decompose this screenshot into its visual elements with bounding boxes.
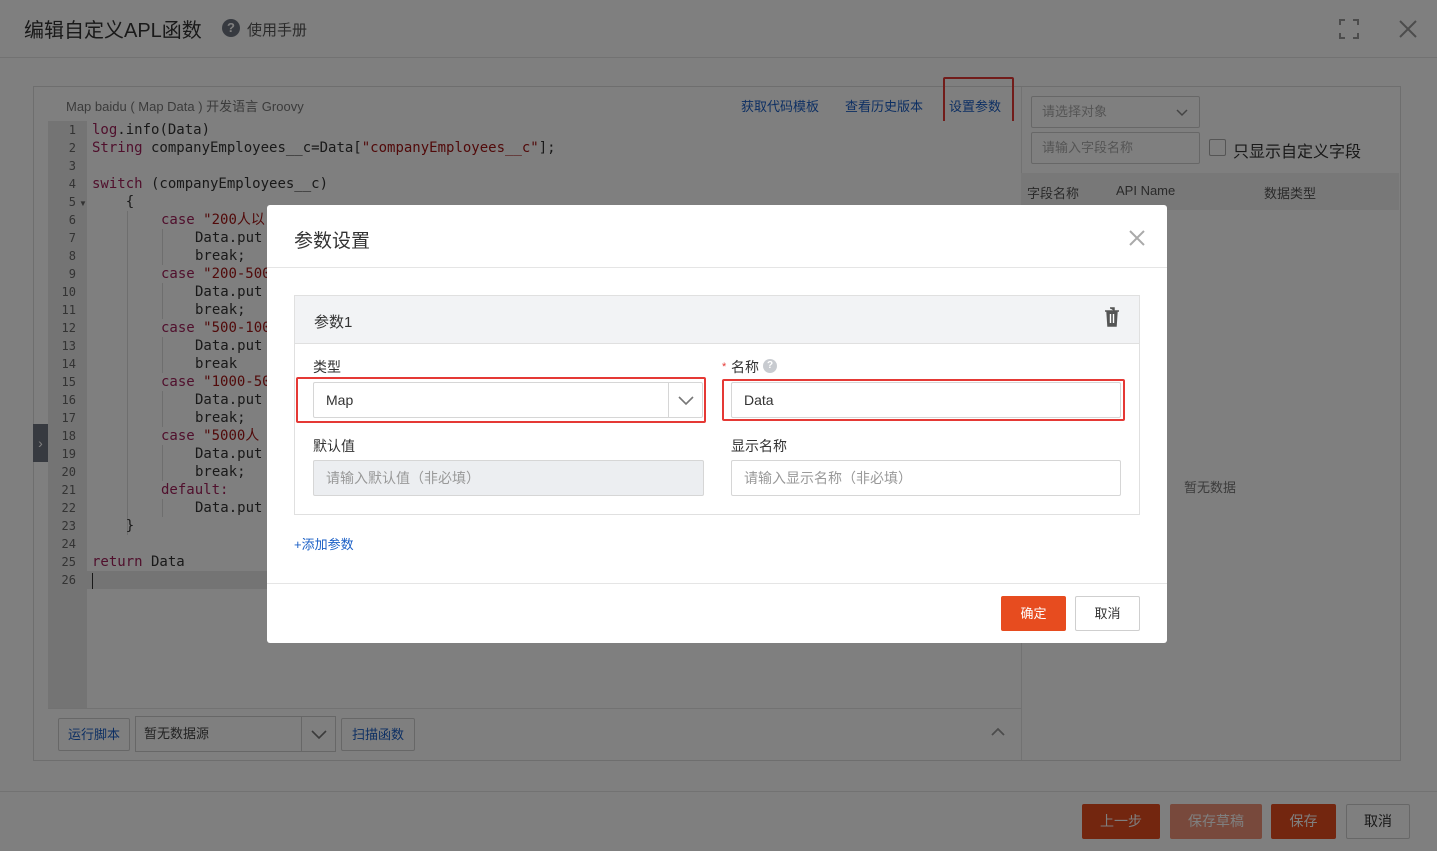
close-icon[interactable] [1127, 228, 1147, 248]
default-value-placeholder: 请输入默认值（非必填） [326, 470, 480, 486]
divider [267, 583, 1167, 584]
param-card-header [295, 296, 1139, 344]
default-value-label: 默认值 [313, 438, 355, 454]
divider [267, 267, 1167, 268]
dialog-cancel-button[interactable]: 取消 [1075, 596, 1140, 631]
required-mark: * [722, 361, 727, 373]
name-label: 名称 [731, 359, 759, 375]
confirm-button[interactable]: 确定 [1001, 596, 1066, 631]
default-value-input: 请输入默认值（非必填） [313, 460, 704, 496]
display-name-placeholder: 请输入显示名称（非必填） [744, 470, 912, 486]
trash-icon[interactable] [1102, 306, 1122, 328]
add-param-link[interactable]: +添加参数 [294, 534, 354, 553]
param-name: 参数1 [314, 314, 353, 331]
name-highlight [722, 379, 1125, 421]
type-highlight [296, 377, 706, 423]
type-label: 类型 [313, 359, 341, 375]
display-name-input[interactable]: 请输入显示名称（非必填） [731, 460, 1121, 496]
help-icon[interactable]: ? [763, 359, 777, 373]
dialog-title: 参数设置 [294, 231, 371, 252]
display-name-label: 显示名称 [731, 438, 787, 454]
